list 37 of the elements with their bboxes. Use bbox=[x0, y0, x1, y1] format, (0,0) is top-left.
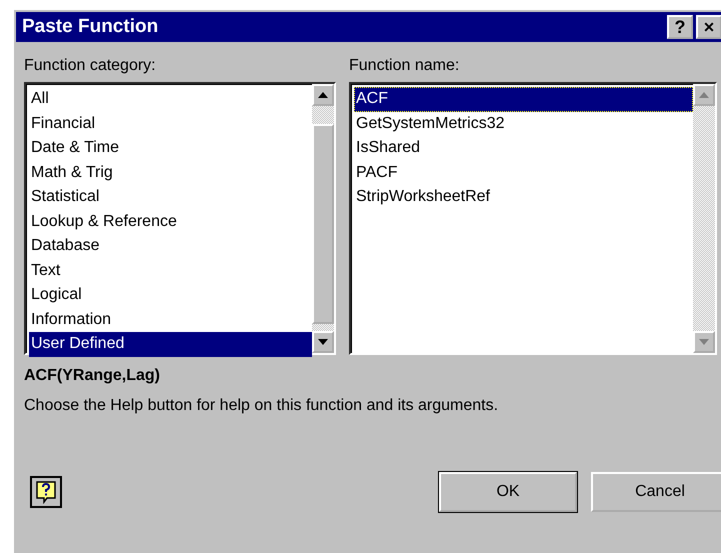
list-item[interactable]: Text bbox=[29, 258, 312, 283]
list-item[interactable]: Database bbox=[29, 234, 312, 258]
list-item[interactable]: StripWorksheetRef bbox=[354, 185, 693, 210]
help-bubble-icon bbox=[35, 480, 57, 504]
list-label: Function name: bbox=[349, 56, 460, 76]
list-item[interactable]: Date & Time bbox=[29, 136, 312, 160]
list-box[interactable]: ACF GetSystemMetrics32 IsShared PACF StripWorksheetRef bbox=[349, 82, 717, 355]
list-item[interactable]: ACF bbox=[354, 87, 693, 112]
function-syntax: ACF(YRange,Lag) bbox=[24, 366, 161, 386]
cancel-button[interactable]: Cancel bbox=[591, 472, 721, 512]
scrollbar[interactable] bbox=[312, 84, 334, 353]
list-item[interactable]: IsShared bbox=[354, 136, 693, 160]
scroll-thumb[interactable] bbox=[312, 124, 334, 324]
help-button[interactable]: ? bbox=[667, 15, 693, 39]
ok-button[interactable]: OK bbox=[439, 472, 577, 512]
list-item[interactable]: All bbox=[29, 87, 312, 112]
list-item[interactable]: PACF bbox=[354, 160, 693, 185]
list-item[interactable]: Financial bbox=[29, 112, 312, 136]
list-item[interactable]: Logical bbox=[29, 283, 312, 308]
down-arrow-icon bbox=[698, 338, 710, 346]
scroll-down-button[interactable] bbox=[312, 331, 334, 353]
up-arrow-icon bbox=[317, 91, 329, 99]
close-button[interactable]: × bbox=[696, 15, 721, 39]
list-item[interactable]: Lookup & Reference bbox=[29, 210, 312, 234]
list-item[interactable]: Information bbox=[29, 308, 312, 332]
list-item[interactable]: Math & Trig bbox=[29, 160, 312, 185]
list-label: Function category: bbox=[24, 56, 157, 76]
function-description: Choose the Help button for help on this function and its arguments. bbox=[24, 396, 500, 416]
list-box[interactable]: All Financial Date & Time Math & Trig Statistical Lookup & Reference Database Text Logical Information User Defined bbox=[24, 82, 336, 355]
list-item[interactable]: Statistical bbox=[29, 185, 312, 210]
up-arrow-icon bbox=[698, 91, 710, 99]
window-title: Paste Function bbox=[22, 16, 160, 38]
down-arrow-icon bbox=[317, 338, 329, 346]
list-item[interactable]: User Defined bbox=[29, 332, 312, 356]
help-button[interactable] bbox=[30, 476, 62, 508]
scroll-up-button[interactable] bbox=[312, 84, 334, 106]
list-item[interactable]: GetSystemMetrics32 bbox=[354, 112, 693, 136]
